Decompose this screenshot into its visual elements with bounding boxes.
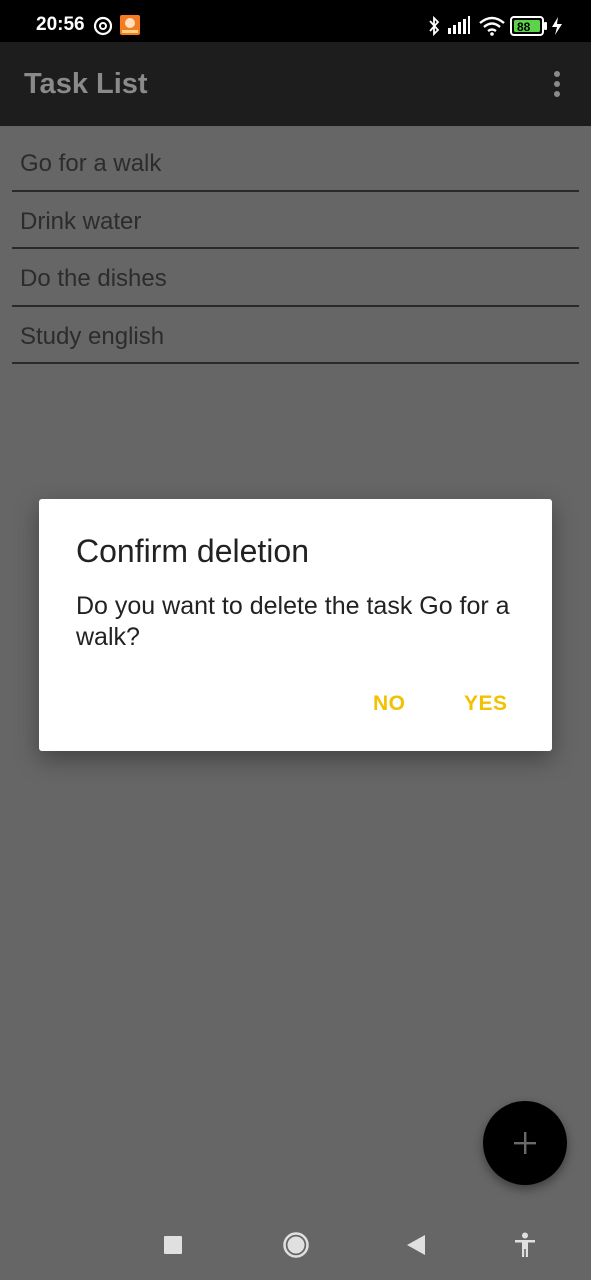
recents-square-icon[interactable]: [164, 1236, 182, 1254]
system-nav-bar: [0, 1205, 591, 1280]
app-notification-icon: [120, 15, 140, 35]
bluetooth-icon: [429, 15, 440, 37]
status-time: 20:56: [36, 14, 85, 35]
battery-level: 88: [517, 20, 531, 34]
confirm-dialog: Confirm deletion Do you want to delete t…: [39, 499, 552, 751]
status-bar: 20:56 88: [0, 0, 591, 42]
yes-button[interactable]: YES: [464, 692, 508, 716]
task-label: Study english: [20, 322, 165, 350]
back-triangle-icon[interactable]: [406, 1234, 426, 1256]
app-title: Task List: [24, 68, 148, 100]
charging-icon: [552, 17, 562, 35]
add-task-button[interactable]: [483, 1101, 567, 1185]
list-item[interactable]: Go for a walk: [12, 134, 579, 192]
dialog-message: Do you want to delete the task Go for a …: [76, 592, 510, 651]
task-label: Go for a walk: [20, 150, 162, 177]
task-label: Do the dishes: [20, 265, 167, 292]
wifi-icon: [479, 16, 505, 36]
dialog-title: Confirm deletion: [76, 533, 309, 569]
accessibility-icon[interactable]: [514, 1232, 536, 1258]
home-circle-icon[interactable]: [282, 1231, 310, 1259]
app-bar: Task List: [0, 42, 591, 126]
task-label: Drink water: [20, 207, 142, 235]
add-icon: [514, 1132, 536, 1154]
at-sign-icon: [93, 16, 113, 36]
list-item[interactable]: Study english: [12, 307, 579, 364]
more-vert-icon[interactable]: [547, 70, 567, 98]
list-item[interactable]: Drink water: [12, 192, 579, 249]
signal-icon: [448, 16, 470, 34]
task-list: Go for a walk Drink water Do the dishes …: [12, 134, 579, 364]
list-item[interactable]: Do the dishes: [12, 249, 579, 307]
no-button[interactable]: NO: [373, 692, 406, 716]
